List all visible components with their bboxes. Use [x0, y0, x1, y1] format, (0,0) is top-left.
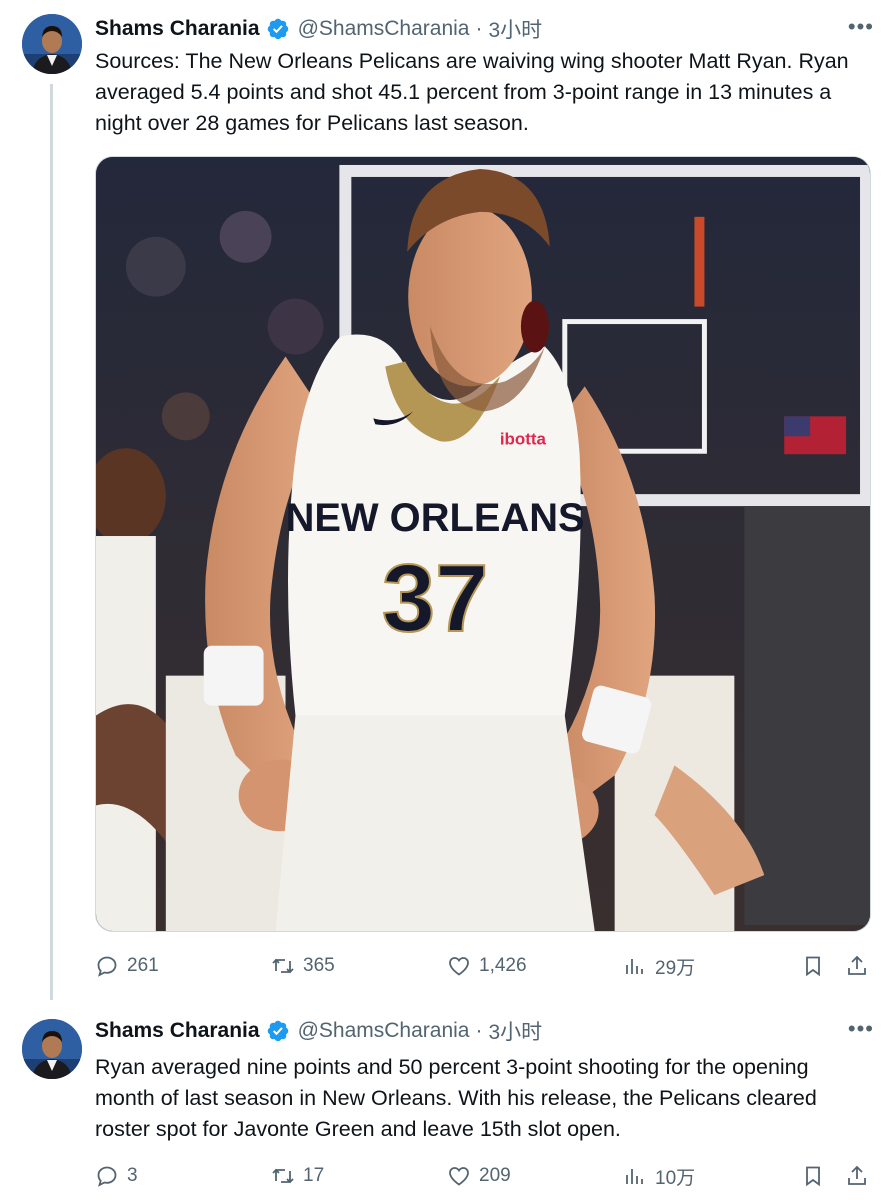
- tweet-text: Sources: The New Orleans Pelicans are wa…: [95, 49, 849, 135]
- views-icon: [626, 1169, 643, 1184]
- author-name[interactable]: Shams Charania: [95, 17, 260, 41]
- share-icon: [848, 1165, 866, 1185]
- timestamp[interactable]: 3小时: [488, 1016, 542, 1046]
- views-count: 29万: [655, 957, 696, 979]
- bookmark-button[interactable]: [801, 951, 825, 981]
- avatar-image: [22, 1019, 82, 1079]
- views-icon: [626, 959, 643, 974]
- like-icon: [449, 957, 469, 976]
- share-button[interactable]: [845, 1161, 869, 1191]
- player-photo: NEW ORLEANS 37 ibotta: [96, 157, 870, 931]
- like-button[interactable]: 1,426: [447, 951, 527, 981]
- action-bar: 261 365 1,426 29万: [95, 951, 874, 981]
- retweet-button[interactable]: 17: [271, 1161, 324, 1191]
- like-icon: [449, 1167, 469, 1186]
- avatar-image: [22, 14, 82, 74]
- share-button[interactable]: [845, 951, 869, 981]
- views-count: 10万: [655, 1167, 696, 1189]
- more-icon[interactable]: •••: [848, 1016, 874, 1042]
- like-count: 209: [479, 1165, 511, 1186]
- retweet-button[interactable]: 365: [271, 951, 335, 981]
- retweet-icon: [272, 958, 294, 974]
- tweet[interactable]: Shams Charania @ShamsCharania · 3小时 ••• …: [0, 0, 894, 1000]
- reply-button[interactable]: 3: [95, 1161, 138, 1191]
- verified-badge-icon: [267, 18, 288, 40]
- thread-connector-line: [50, 84, 53, 1000]
- bookmark-icon: [806, 1166, 820, 1187]
- tweet-text: Ryan averaged nine points and 50 percent…: [95, 1055, 817, 1141]
- jersey-team-text: NEW ORLEANS: [286, 496, 585, 540]
- retweet-count: 17: [303, 1165, 325, 1186]
- tweet-photo[interactable]: NEW ORLEANS 37 ibotta: [95, 156, 871, 932]
- action-bar: 3 17 209 10万: [95, 1161, 874, 1191]
- reply-count: 3: [127, 1165, 138, 1186]
- share-icon: [848, 955, 866, 975]
- separator-dot: ·: [475, 17, 483, 40]
- retweet-icon: [272, 1168, 294, 1184]
- author-name[interactable]: Shams Charania: [95, 1019, 260, 1043]
- avatar[interactable]: [22, 14, 82, 74]
- jersey-number-text: 37: [382, 545, 489, 652]
- more-icon[interactable]: •••: [848, 14, 874, 40]
- retweet-count: 365: [303, 955, 335, 976]
- verified-badge-icon: [267, 1020, 288, 1042]
- bookmark-button[interactable]: [801, 1161, 825, 1191]
- tweet-header: Shams Charania @ShamsCharania · 3小时 •••: [95, 1016, 874, 1046]
- reply-button[interactable]: 261: [95, 951, 159, 981]
- author-handle[interactable]: @ShamsCharania: [298, 1019, 470, 1043]
- author-handle[interactable]: @ShamsCharania: [298, 17, 470, 41]
- views-button[interactable]: 29万: [623, 951, 695, 981]
- tweet-header: Shams Charania @ShamsCharania · 3小时 •••: [95, 14, 874, 44]
- bookmark-icon: [806, 956, 820, 977]
- separator-dot: ·: [475, 1019, 483, 1042]
- jersey-sponsor-text: ibotta: [500, 429, 547, 448]
- timestamp[interactable]: 3小时: [488, 14, 542, 44]
- reply-icon: [97, 956, 117, 977]
- like-count: 1,426: [479, 955, 527, 976]
- views-button[interactable]: 10万: [623, 1161, 695, 1191]
- avatar[interactable]: [22, 1019, 82, 1079]
- reply-count: 261: [127, 955, 159, 976]
- tweet[interactable]: Shams Charania @ShamsCharania · 3小时 ••• …: [0, 1005, 894, 1200]
- like-button[interactable]: 209: [447, 1161, 511, 1191]
- reply-icon: [97, 1166, 117, 1187]
